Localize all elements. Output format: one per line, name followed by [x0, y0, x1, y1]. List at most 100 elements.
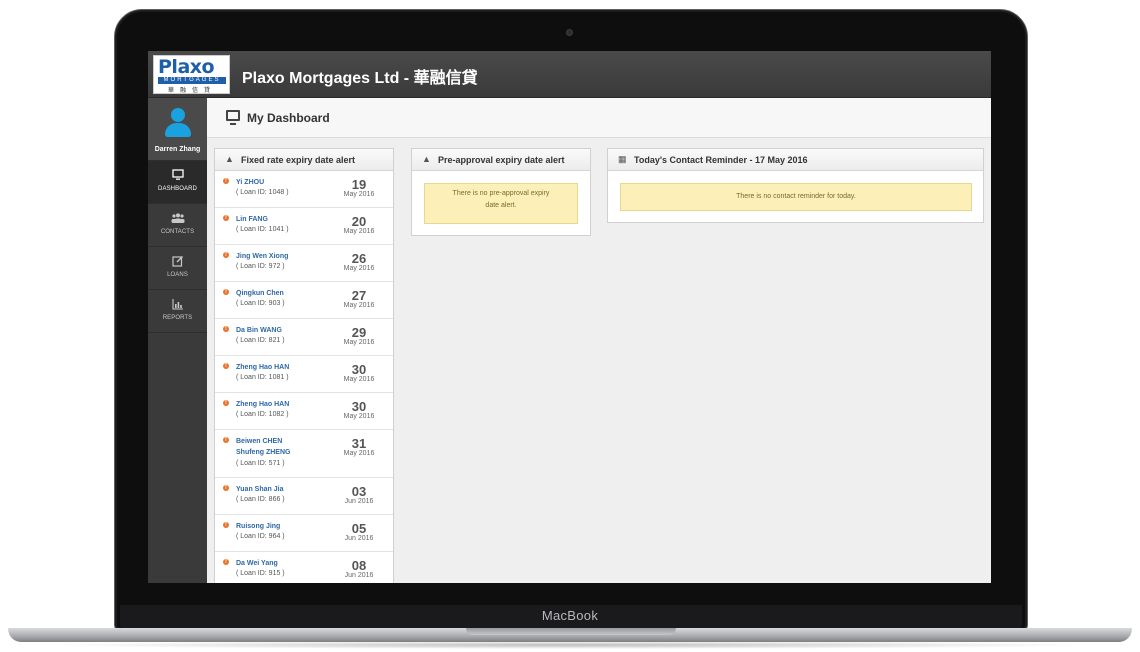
loan-id: ( Loan ID: 571 )	[236, 460, 285, 467]
loan-alert-row[interactable]: ! Lin FANG ( Loan ID: 1041 ) 20 May 2016	[215, 208, 393, 245]
alert-message-line: date alert.	[485, 202, 517, 209]
alert-icon: !	[223, 252, 229, 258]
users-icon	[171, 212, 185, 224]
sidebar-item-loans[interactable]: LOANS	[148, 247, 207, 290]
loan-alert-row[interactable]: ! Ruisong Jing ( Loan ID: 964 ) 05 Jun 2…	[215, 515, 393, 552]
warning-icon: ▲	[422, 154, 431, 164]
alert-icon: !	[223, 326, 229, 332]
loan-alert-row[interactable]: ! Beiwen CHEN Shufeng ZHENG ( Loan ID: 5…	[215, 430, 393, 478]
bar-chart-icon	[171, 298, 185, 310]
panel-header: ▲ Pre-approval expiry date alert	[412, 149, 590, 171]
expiry-day: 27	[351, 288, 367, 303]
loan-id: ( Loan ID: 1048 )	[236, 189, 289, 196]
loan-alert-row[interactable]: ! Da Bin WANG ( Loan ID: 821 ) 29 May 20…	[215, 319, 393, 356]
client-name-link[interactable]: Shufeng ZHENG	[236, 447, 336, 458]
user-name: Darren Zhang	[154, 146, 201, 153]
calendar-icon: ▦	[618, 154, 627, 164]
logo[interactable]: Plaxo MORTGAGES 華融信貸	[153, 55, 230, 94]
edit-icon	[171, 255, 185, 267]
loan-alert-row[interactable]: ! Yi ZHOU ( Loan ID: 1048 ) 19 May 2016	[215, 171, 393, 208]
client-name-link[interactable]: Da Bin WANG	[236, 325, 336, 336]
expiry-month: May 2016	[343, 228, 375, 235]
expiry-day: 30	[351, 362, 367, 377]
client-name-link[interactable]: Jing Wen Xiong	[236, 251, 336, 262]
loan-id: ( Loan ID: 915 )	[236, 570, 285, 577]
expiry-day: 26	[351, 251, 367, 266]
expiry-month: May 2016	[343, 191, 375, 198]
contact-reminder-panel: ▦ Today's Contact Reminder - 17 May 2016…	[607, 148, 984, 223]
loan-id: ( Loan ID: 1081 )	[236, 374, 289, 381]
loan-id: ( Loan ID: 866 )	[236, 496, 285, 503]
alert-icon: !	[223, 522, 229, 528]
sidebar-item-reports[interactable]: REPORTS	[148, 290, 207, 333]
expiry-month: May 2016	[343, 376, 375, 383]
laptop-shadow	[40, 641, 1100, 649]
avatar	[165, 108, 191, 141]
client-name-link[interactable]: Zheng Hao HAN	[236, 362, 336, 373]
client-name-link[interactable]: Lin FANG	[236, 214, 336, 225]
expiry-month: Jun 2016	[344, 572, 374, 579]
panel-title: Pre-approval expiry date alert	[438, 155, 565, 165]
laptop-notch	[466, 628, 676, 635]
expiry-month: May 2016	[343, 339, 375, 346]
logo-word: Plaxo	[158, 56, 215, 78]
alert-icon: !	[223, 289, 229, 295]
expiry-month: Jun 2016	[344, 535, 374, 542]
alert-icon: !	[223, 215, 229, 221]
expiry-month: May 2016	[343, 302, 375, 309]
client-name-link[interactable]: Yi ZHOU	[236, 177, 336, 188]
alert-icon: !	[223, 485, 229, 491]
loan-id: ( Loan ID: 964 )	[236, 533, 285, 540]
alert-icon: !	[223, 437, 229, 443]
warning-icon: ▲	[225, 154, 234, 164]
client-name-link[interactable]: Qingkun Chen	[236, 288, 336, 299]
top-bar: Plaxo MORTGAGES 華融信貸 Plaxo Mortgages Ltd…	[148, 51, 991, 98]
logo-subtitle: MORTGAGES	[158, 77, 226, 84]
loan-alert-row[interactable]: ! Zheng Hao HAN ( Loan ID: 1081 ) 30 May…	[215, 356, 393, 393]
panel-title: Fixed rate expiry date alert	[241, 155, 356, 165]
expiry-month: May 2016	[343, 450, 375, 457]
panel-title: Today's Contact Reminder - 17 May 2016	[634, 155, 808, 165]
client-name-link[interactable]: Beiwen CHEN	[236, 436, 336, 447]
expiry-month: May 2016	[343, 265, 375, 272]
loan-alert-row[interactable]: ! Zheng Hao HAN ( Loan ID: 1082 ) 30 May…	[215, 393, 393, 430]
loan-alert-row[interactable]: ! Yuan Shan Jia ( Loan ID: 866 ) 03 Jun …	[215, 478, 393, 515]
alert-icon: !	[223, 400, 229, 406]
no-alert-message: There is no pre-approval expiry date ale…	[424, 183, 578, 224]
expiry-day: 31	[351, 436, 367, 451]
expiry-month: May 2016	[343, 413, 375, 420]
alert-icon: !	[223, 178, 229, 184]
alert-icon: !	[223, 363, 229, 369]
sidebar-item-label: REPORTS	[162, 315, 193, 321]
expiry-day: 03	[351, 484, 367, 499]
expiry-month: Jun 2016	[344, 498, 374, 505]
sidebar-item-dashboard[interactable]: DASHBOARD	[148, 161, 207, 204]
sidebar: Darren Zhang DASHBOARD CONTACTS LOANS RE…	[148, 98, 207, 583]
monitor-icon	[171, 169, 185, 181]
client-name-link[interactable]: Yuan Shan Jia	[236, 484, 336, 495]
loan-id: ( Loan ID: 903 )	[236, 300, 285, 307]
loan-alert-row[interactable]: ! Da Wei Yang ( Loan ID: 915 ) 08 Jun 20…	[215, 552, 393, 583]
page-title: My Dashboard	[247, 111, 330, 125]
device-brand: MacBook	[541, 608, 599, 623]
client-name-link[interactable]: Zheng Hao HAN	[236, 399, 336, 410]
sidebar-item-label: CONTACTS	[160, 229, 195, 235]
main-content: My Dashboard ▲ Fixed rate expiry date al…	[207, 98, 991, 583]
preapproval-panel: ▲ Pre-approval expiry date alert There i…	[411, 148, 591, 236]
client-name-link[interactable]: Ruisong Jing	[236, 521, 336, 532]
monitor-icon	[226, 110, 240, 125]
camera-icon	[566, 29, 573, 36]
app-screen: Plaxo MORTGAGES 華融信貸 Plaxo Mortgages Ltd…	[148, 51, 991, 583]
client-name-link[interactable]: Da Wei Yang	[236, 558, 336, 569]
sidebar-item-label: LOANS	[167, 272, 188, 278]
expiry-day: 30	[351, 399, 367, 414]
sidebar-item-contacts[interactable]: CONTACTS	[148, 204, 207, 247]
no-reminder-message: There is no contact reminder for today.	[620, 183, 972, 211]
loan-alert-row[interactable]: ! Jing Wen Xiong ( Loan ID: 972 ) 26 May…	[215, 245, 393, 282]
sidebar-item-label: DASHBOARD	[158, 186, 197, 192]
alert-icon: !	[223, 559, 229, 565]
loan-alert-row[interactable]: ! Qingkun Chen ( Loan ID: 903 ) 27 May 2…	[215, 282, 393, 319]
loan-id: ( Loan ID: 972 )	[236, 263, 285, 270]
panel-header: ▲ Fixed rate expiry date alert	[215, 149, 393, 171]
user-profile[interactable]: Darren Zhang	[148, 98, 207, 161]
